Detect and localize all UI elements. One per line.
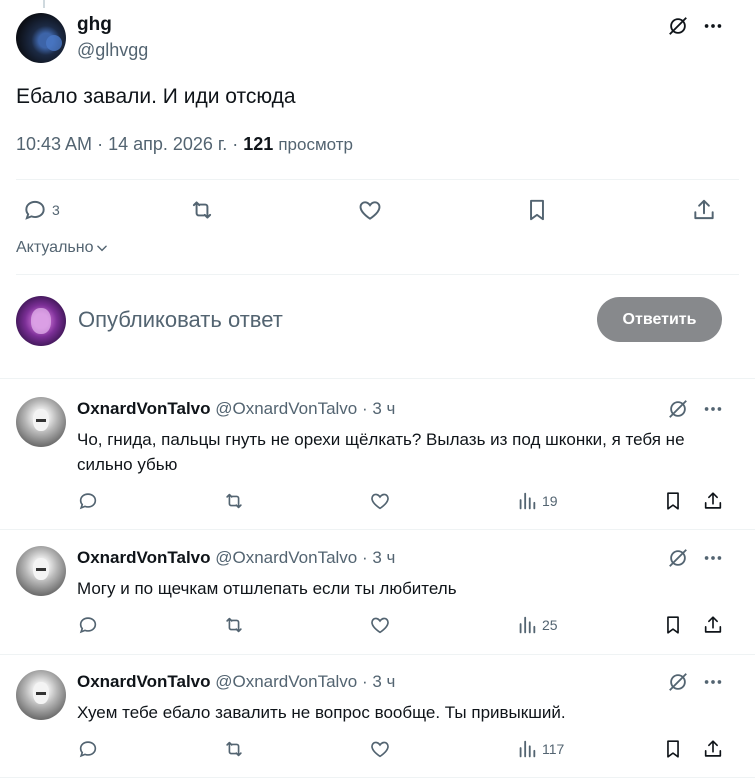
author-avatar[interactable] — [16, 13, 66, 63]
like-button[interactable] — [369, 738, 391, 760]
share-icon — [704, 492, 722, 509]
reply-header: OxnardVonTalvo @OxnardVonTalvo · 3 ч — [77, 672, 395, 692]
heart-icon — [371, 741, 389, 758]
retweet-icon — [226, 493, 242, 509]
author-name[interactable]: ghg — [77, 14, 112, 36]
section-divider — [0, 378, 755, 379]
reply-author-name[interactable]: OxnardVonTalvo — [77, 672, 211, 691]
reply-bubble-icon — [79, 493, 97, 510]
views-count: 25 — [542, 617, 558, 633]
reply-bubble-icon — [79, 741, 97, 758]
heart-icon — [359, 201, 381, 220]
reply-author-handle[interactable]: @OxnardVonTalvo — [215, 672, 357, 691]
reply-time[interactable]: · 3 ч — [362, 672, 395, 691]
reply-time[interactable]: · 3 ч — [362, 548, 395, 567]
meta-sep: · — [227, 134, 244, 154]
reply-button[interactable] — [77, 614, 99, 636]
reply-button[interactable] — [77, 490, 99, 512]
grok-icon[interactable] — [667, 671, 689, 693]
more-dots-icon[interactable] — [702, 398, 724, 420]
reply-count: 3 — [52, 202, 60, 218]
chevron-down-icon — [97, 245, 108, 252]
retweet-icon — [226, 741, 242, 757]
reply-text: Чо, гнида, пальцы гнуть не орехи щёлкать… — [77, 430, 685, 474]
share-icon — [704, 616, 722, 633]
like-button[interactable] — [369, 614, 391, 636]
views-chart-icon — [519, 492, 536, 510]
divider — [16, 274, 739, 275]
reply-bubble-icon — [79, 617, 97, 634]
bookmark-icon — [667, 616, 679, 634]
sort-dropdown[interactable]: Актуально — [16, 239, 109, 257]
bookmark-button[interactable] — [662, 614, 684, 636]
views-count[interactable]: 121 — [243, 134, 273, 154]
post-time[interactable]: 10:43 AM — [16, 134, 92, 154]
more-dots-icon[interactable] — [702, 547, 724, 569]
share-button[interactable] — [702, 738, 724, 760]
bookmark-icon — [530, 199, 544, 221]
views-count: 117 — [542, 741, 565, 757]
share-icon — [694, 199, 714, 220]
share-button[interactable] — [691, 197, 717, 223]
retweet-button[interactable] — [223, 614, 245, 636]
reply-author-handle[interactable]: @OxnardVonTalvo — [215, 399, 357, 418]
heart-icon — [371, 617, 389, 634]
grok-icon[interactable] — [667, 15, 689, 37]
thread-connector-line — [43, 0, 45, 8]
reply-bubble-icon — [25, 200, 45, 220]
author-handle[interactable]: @glhvgg — [77, 40, 148, 61]
reply-author-avatar[interactable] — [16, 397, 66, 447]
share-icon — [704, 740, 722, 757]
views-button[interactable]: 25 — [516, 614, 558, 636]
bookmark-button[interactable] — [662, 738, 684, 760]
post-text: Ебало завали. И иди отсюда — [16, 85, 296, 108]
views-count: 19 — [542, 493, 558, 509]
share-button[interactable] — [702, 614, 724, 636]
reply-header: OxnardVonTalvo @OxnardVonTalvo · 3 ч — [77, 399, 395, 419]
sort-label: Актуально — [16, 239, 94, 256]
views-button[interactable]: 117 — [516, 738, 564, 760]
reply-author-avatar[interactable] — [16, 670, 66, 720]
reply-button[interactable] — [77, 738, 99, 760]
views-button[interactable]: 19 — [516, 490, 558, 512]
retweet-icon — [192, 201, 212, 219]
bookmark-icon — [667, 492, 679, 510]
reply-time[interactable]: · 3 ч — [362, 399, 395, 418]
retweet-button[interactable] — [223, 490, 245, 512]
reply-header: OxnardVonTalvo @OxnardVonTalvo · 3 ч — [77, 548, 395, 568]
current-user-avatar[interactable] — [16, 296, 66, 346]
reply-author-name[interactable]: OxnardVonTalvo — [77, 399, 211, 418]
reply-button[interactable]: 3 — [22, 197, 60, 223]
views-label: просмотр — [278, 135, 353, 154]
post-reply-button[interactable]: Ответить — [597, 297, 722, 342]
like-button[interactable] — [357, 197, 383, 223]
views-chart-icon — [519, 616, 536, 634]
like-button[interactable] — [369, 490, 391, 512]
grok-icon[interactable] — [667, 398, 689, 420]
reply-input[interactable]: Опубликовать ответ — [78, 307, 283, 333]
divider — [0, 654, 755, 655]
reply-author-avatar[interactable] — [16, 546, 66, 596]
meta-sep: · — [92, 134, 109, 154]
divider — [16, 179, 739, 180]
post-date[interactable]: 14 апр. 2026 г. — [108, 134, 227, 154]
reply-text: Хуем тебе ебало завалить не вопрос вообщ… — [77, 703, 566, 722]
reply-author-handle[interactable]: @OxnardVonTalvo — [215, 548, 357, 567]
heart-icon — [371, 493, 389, 510]
more-dots-icon[interactable] — [702, 671, 724, 693]
divider — [0, 529, 755, 530]
reply-text: Могу и по щечкам отшлепать если ты любит… — [77, 579, 457, 598]
bookmark-button[interactable] — [524, 197, 550, 223]
post-meta: 10:43 AM · 14 апр. 2026 г. · 121 просмот… — [16, 134, 353, 155]
bookmark-icon — [667, 740, 679, 758]
retweet-button[interactable] — [223, 738, 245, 760]
bookmark-button[interactable] — [662, 490, 684, 512]
reply-author-name[interactable]: OxnardVonTalvo — [77, 548, 211, 567]
share-button[interactable] — [702, 490, 724, 512]
views-chart-icon — [519, 740, 536, 758]
more-dots-icon[interactable] — [702, 15, 724, 37]
retweet-icon — [226, 617, 242, 633]
retweet-button[interactable] — [189, 197, 215, 223]
grok-icon[interactable] — [667, 547, 689, 569]
